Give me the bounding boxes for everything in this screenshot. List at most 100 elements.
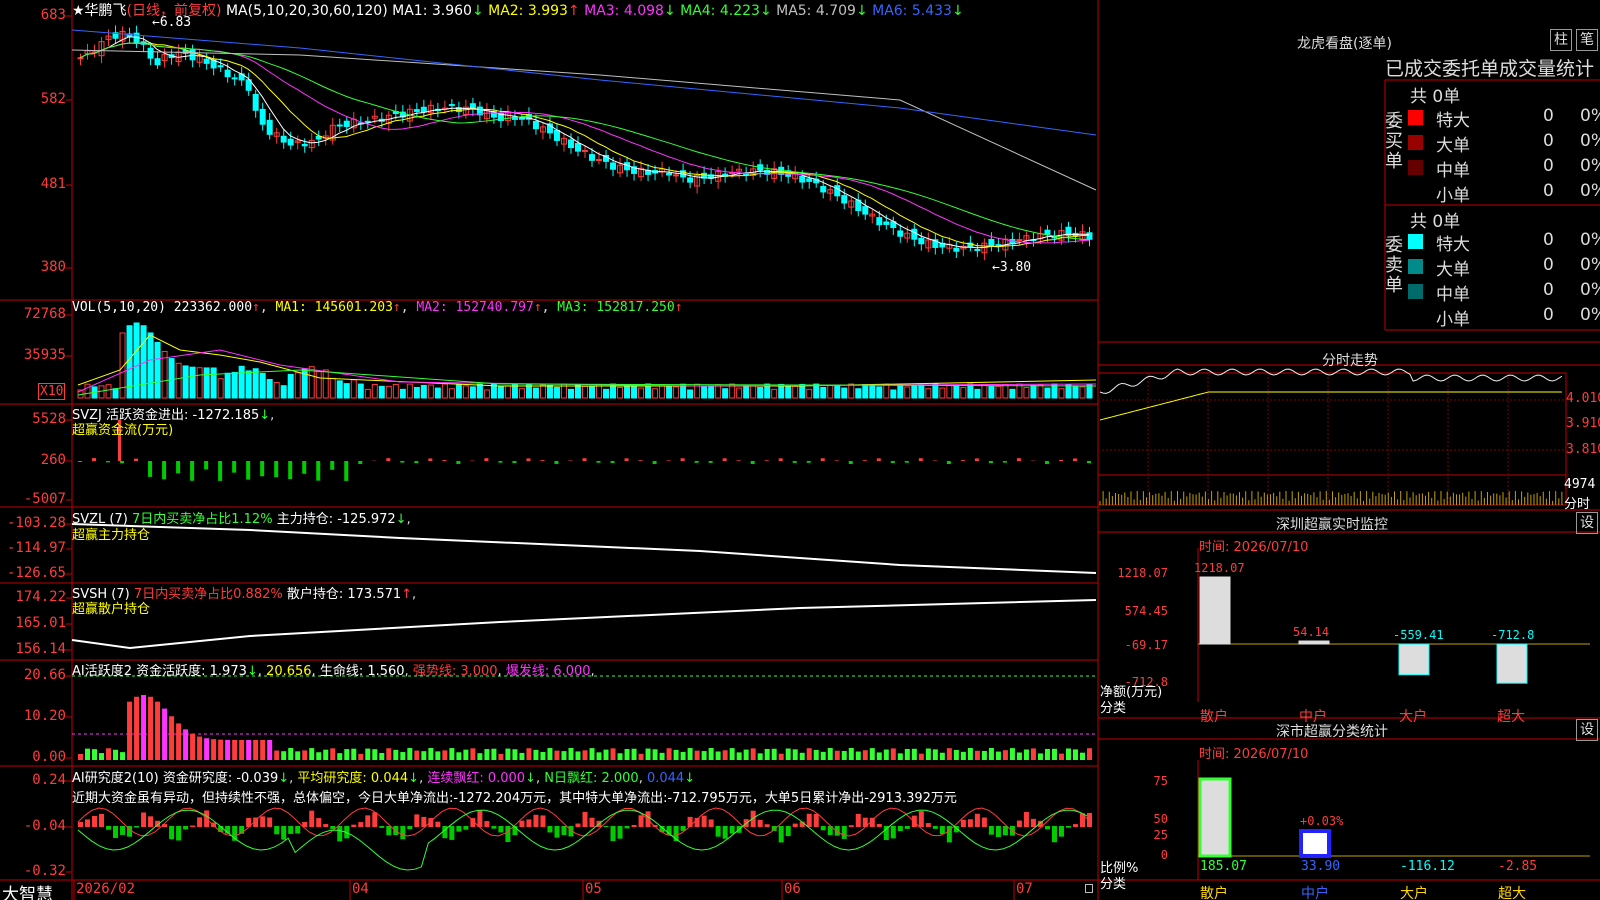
candle-body [147, 47, 154, 59]
flow-bar [400, 461, 405, 463]
candle-body [217, 65, 224, 68]
volume-bar [336, 380, 343, 399]
activity-bar [806, 748, 812, 760]
activity-bar [106, 748, 112, 760]
research-bar [421, 816, 427, 827]
column-view-button[interactable]: 柱 [1550, 29, 1572, 51]
volume-bar [673, 386, 680, 399]
sell-rows-3: 中单 0 0% [1408, 280, 1600, 305]
volume-bar [539, 384, 546, 399]
volume-bar [988, 385, 995, 399]
flow-bar [106, 461, 111, 463]
volume-bar [245, 370, 252, 399]
activity-bar [134, 696, 140, 760]
volume-bar [701, 386, 708, 399]
research-bar [995, 826, 1001, 838]
flow-bar [498, 461, 503, 463]
volume-bar [546, 384, 553, 399]
flow-bar [596, 461, 601, 463]
volume-bar [448, 388, 455, 399]
volume-bar [581, 385, 588, 399]
volume-bar [392, 383, 399, 399]
research-bar [876, 823, 882, 827]
stock-title[interactable]: ★华鹏飞 [72, 3, 127, 19]
vol-header: VOL(5,10,20) 223362.000↑, MA1: 145601.20… [72, 300, 683, 315]
activity-bar [799, 752, 805, 760]
activity-bar [953, 749, 959, 760]
flow-bar [204, 461, 209, 470]
volume-bar [834, 384, 841, 399]
sell-rows-2: 大单 0 0% [1408, 255, 1600, 280]
research-bar [400, 826, 406, 840]
activity-bar [1051, 748, 1057, 760]
volume-bar [287, 373, 294, 399]
sz-monitor-cat-3: 大户 [1399, 709, 1427, 725]
flow-bar [1016, 458, 1021, 461]
volume-bar [932, 383, 939, 399]
volume-bar [1079, 386, 1086, 399]
intraday-vol-label: 分时 [1564, 497, 1591, 512]
research-bar [134, 826, 140, 828]
ai-research-ytick-1: 0.24 [32, 772, 66, 788]
main-ytick-4: 380 [40, 259, 66, 275]
volume-bar [504, 385, 511, 399]
vol-unit-badge: X10 [38, 383, 66, 400]
flow-bar [764, 460, 769, 461]
research-bar [120, 826, 126, 835]
svsh-ytick-1: 174.22 [15, 589, 66, 605]
activity-bar [141, 695, 147, 760]
volume-bar [974, 388, 981, 399]
activity-bar [540, 751, 546, 760]
ma-value-2: MA2: 3.993 [483, 3, 568, 19]
ai-active-header: AI活跃度2 资金活跃度: 1.973↓, 20.656, 生命线: 1.560… [72, 664, 595, 679]
activity-bar [946, 748, 952, 760]
activity-bar [533, 749, 539, 760]
volume-bar [750, 384, 757, 399]
volume-bar [743, 384, 750, 399]
tick-view-button[interactable]: 笔 [1576, 29, 1598, 51]
volume-bar [133, 322, 140, 399]
flow-bar [92, 458, 97, 461]
volume-bar [946, 384, 953, 399]
activity-bar [505, 748, 511, 760]
volume-bar [105, 384, 112, 399]
flow-bar [624, 458, 629, 461]
volume-bar [469, 386, 476, 399]
activity-bar [813, 749, 819, 760]
buy-rows-name: 大单 [1436, 136, 1470, 156]
buy-rows-name: 特大 [1436, 111, 1470, 131]
volume-bar [708, 385, 715, 399]
activity-bar [491, 748, 497, 760]
activity-bar [358, 753, 364, 760]
activity-bar [876, 752, 882, 760]
volume-bar [603, 388, 610, 399]
buy-rows-count: 0 [1543, 156, 1554, 176]
research-bar [141, 812, 147, 827]
lock-icon[interactable] [1085, 884, 1093, 893]
volume-bar [168, 358, 175, 399]
activity-bar [519, 752, 525, 760]
volume-bar [666, 385, 673, 399]
flow-bar [680, 458, 685, 461]
candle-body [673, 174, 680, 177]
research-bar [897, 826, 903, 832]
candle-body [897, 230, 904, 237]
sz-monitor-settings-button[interactable]: 设 [1576, 512, 1598, 534]
vol-ytick-1: 72768 [23, 306, 66, 322]
sz-classify-settings-button[interactable]: 设 [1576, 719, 1598, 741]
flow-bar [694, 461, 699, 463]
candle-body [581, 149, 588, 152]
dragon-tiger-title: 龙虎看盘(逐单) [1297, 36, 1392, 52]
sz-classify-cat-1: 散户 [1200, 886, 1228, 900]
main-position-line [71, 523, 1097, 574]
candle-body [154, 58, 161, 66]
candle-body [224, 69, 231, 78]
volume-bar [196, 367, 203, 399]
svsh-subtitle: 超赢散户持仓 [72, 602, 151, 617]
research-bar [519, 820, 525, 827]
activity-bar [428, 748, 434, 760]
activity-bar [869, 748, 875, 760]
ma-arrow-4: ↓ [759, 3, 772, 19]
research-bar [764, 824, 770, 827]
activity-bar [421, 751, 427, 760]
